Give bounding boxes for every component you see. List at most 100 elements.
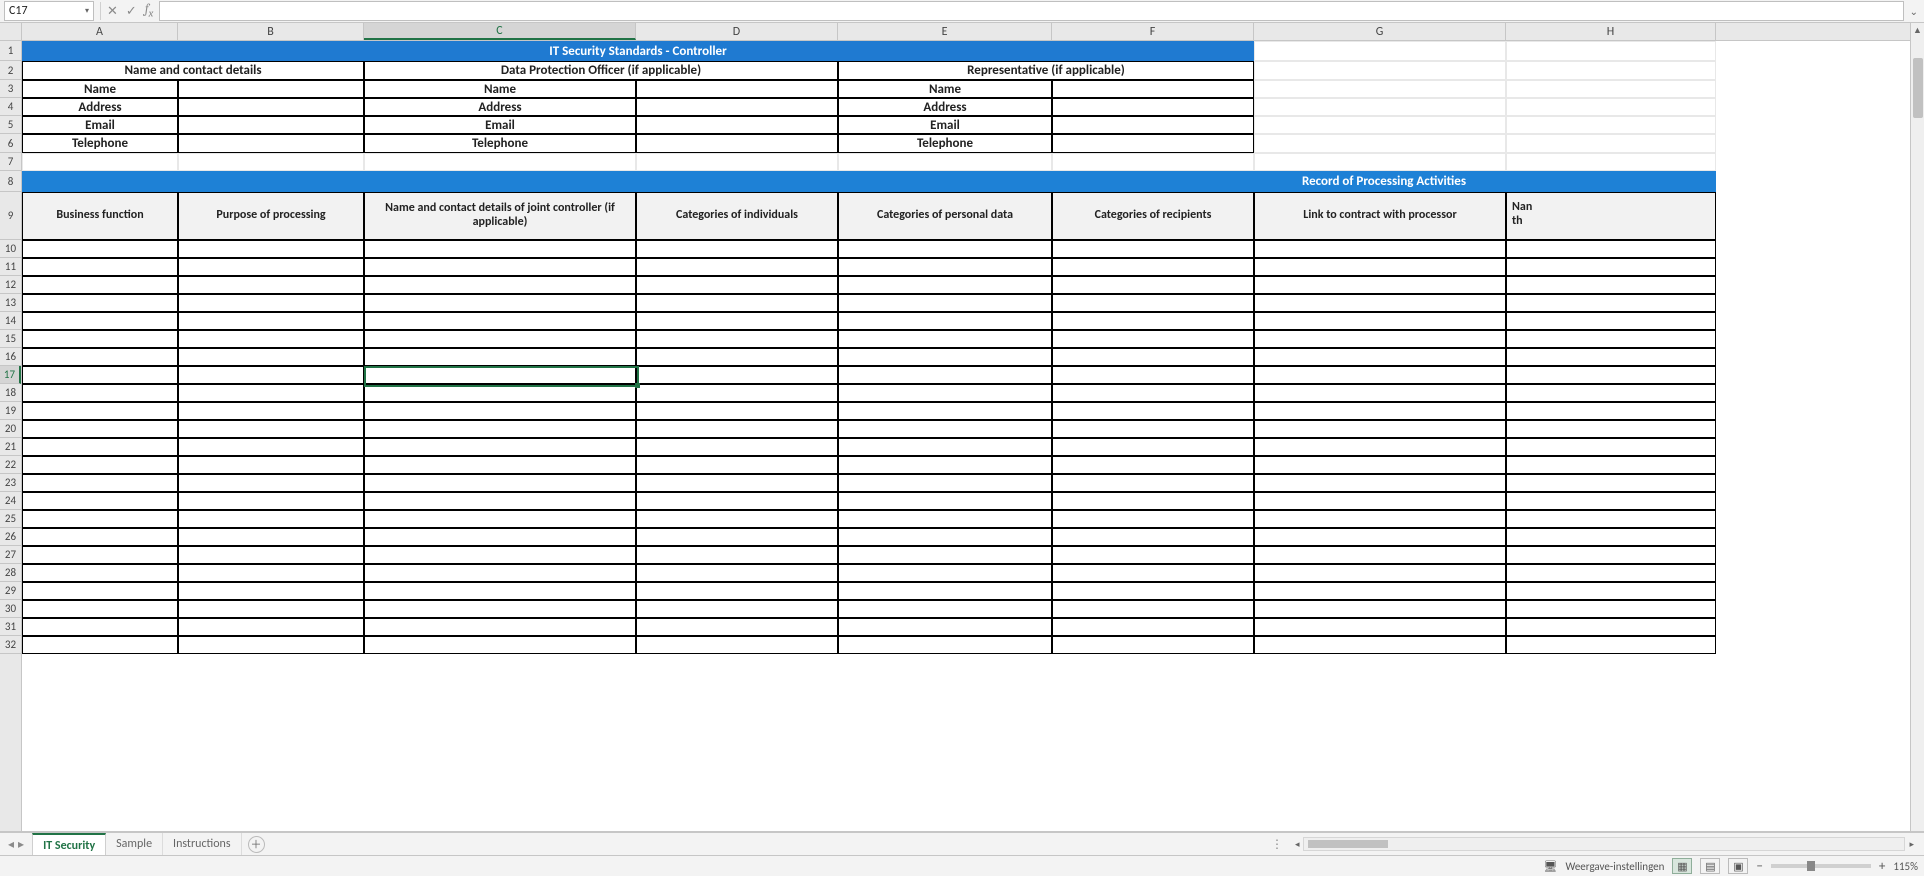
data-cell-G27[interactable] [1254, 546, 1506, 564]
section-dpo-header[interactable]: Data Protection Officer (if applicable) [364, 61, 838, 80]
rep-input-address[interactable] [1052, 98, 1254, 116]
data-cell-E28[interactable] [838, 564, 1052, 582]
section-rep-header[interactable]: Representative (if applicable) [838, 61, 1254, 80]
data-cell-C13[interactable] [364, 294, 636, 312]
row-header-29[interactable]: 29 [0, 582, 21, 600]
data-cell-C15[interactable] [364, 330, 636, 348]
table-header-6[interactable]: Link to contract with processor [1254, 192, 1506, 240]
cell-G2[interactable] [1254, 61, 1506, 80]
horizontal-scrollbar[interactable]: ⋮ ◂ ▸ [265, 837, 1924, 852]
data-cell-H12[interactable] [1506, 276, 1716, 294]
data-cell-G24[interactable] [1254, 492, 1506, 510]
data-cell-A15[interactable] [22, 330, 178, 348]
data-cell-A30[interactable] [22, 600, 178, 618]
data-cell-D16[interactable] [636, 348, 838, 366]
cell-F7[interactable] [1052, 153, 1254, 171]
data-cell-D22[interactable] [636, 456, 838, 474]
data-cell-D14[interactable] [636, 312, 838, 330]
row-header-14[interactable]: 14 [0, 312, 21, 330]
rep-label-telephone[interactable]: Telephone [838, 134, 1052, 153]
data-cell-A18[interactable] [22, 384, 178, 402]
data-cell-E24[interactable] [838, 492, 1052, 510]
data-cell-F19[interactable] [1052, 402, 1254, 420]
contact-label-address[interactable]: Address [22, 98, 178, 116]
dpo-label-email[interactable]: Email [364, 116, 636, 134]
data-cell-D13[interactable] [636, 294, 838, 312]
data-cell-G29[interactable] [1254, 582, 1506, 600]
column-header-A[interactable]: A [22, 23, 178, 40]
table-header-0[interactable]: Business function [22, 192, 178, 240]
data-cell-E23[interactable] [838, 474, 1052, 492]
data-cell-C26[interactable] [364, 528, 636, 546]
dpo-label-address[interactable]: Address [364, 98, 636, 116]
data-cell-A19[interactable] [22, 402, 178, 420]
row-header-26[interactable]: 26 [0, 528, 21, 546]
data-cell-G28[interactable] [1254, 564, 1506, 582]
column-header-C[interactable]: C [364, 23, 636, 40]
data-cell-B24[interactable] [178, 492, 364, 510]
data-cell-F30[interactable] [1052, 600, 1254, 618]
data-cell-H30[interactable] [1506, 600, 1716, 618]
data-cell-B27[interactable] [178, 546, 364, 564]
data-cell-A32[interactable] [22, 636, 178, 654]
data-cell-G10[interactable] [1254, 240, 1506, 258]
data-cell-G31[interactable] [1254, 618, 1506, 636]
data-cell-G20[interactable] [1254, 420, 1506, 438]
cell-H6[interactable] [1506, 134, 1716, 153]
data-cell-G21[interactable] [1254, 438, 1506, 456]
cells-area[interactable]: AllBusiness Templates IT Security Standa… [22, 41, 1910, 831]
data-cell-D30[interactable] [636, 600, 838, 618]
data-cell-G19[interactable] [1254, 402, 1506, 420]
data-cell-H29[interactable] [1506, 582, 1716, 600]
display-settings-label[interactable]: Weergave-instellingen [1565, 860, 1664, 873]
data-cell-F17[interactable] [1052, 366, 1254, 384]
table-header-3[interactable]: Categories of individuals [636, 192, 838, 240]
hscroll-left-icon[interactable]: ◂ [1291, 839, 1304, 850]
data-cell-F16[interactable] [1052, 348, 1254, 366]
sheet-tab-1[interactable]: Sample [106, 833, 163, 855]
section-contact-header[interactable]: Name and contact details [22, 61, 364, 80]
row-header-8[interactable]: 8 [0, 171, 21, 192]
data-cell-B11[interactable] [178, 258, 364, 276]
column-header-F[interactable]: F [1052, 23, 1254, 40]
vertical-scrollbar[interactable]: ▲ [1910, 23, 1924, 831]
dpo-input-telephone[interactable] [636, 134, 838, 153]
data-cell-C27[interactable] [364, 546, 636, 564]
zoom-in-button[interactable]: + [1879, 859, 1885, 874]
hscroll-thumb[interactable] [1308, 840, 1388, 848]
data-cell-B13[interactable] [178, 294, 364, 312]
data-cell-B21[interactable] [178, 438, 364, 456]
data-cell-E15[interactable] [838, 330, 1052, 348]
cell-H2[interactable] [1506, 61, 1716, 80]
data-cell-B28[interactable] [178, 564, 364, 582]
data-cell-H26[interactable] [1506, 528, 1716, 546]
data-cell-E32[interactable] [838, 636, 1052, 654]
data-cell-H22[interactable] [1506, 456, 1716, 474]
row-header-6[interactable]: 6 [0, 134, 21, 153]
formula-input[interactable] [159, 1, 1903, 21]
data-cell-D26[interactable] [636, 528, 838, 546]
data-cell-A11[interactable] [22, 258, 178, 276]
data-cell-G32[interactable] [1254, 636, 1506, 654]
data-cell-C31[interactable] [364, 618, 636, 636]
row-header-15[interactable]: 15 [0, 330, 21, 348]
dpo-input-address[interactable] [636, 98, 838, 116]
data-cell-F24[interactable] [1052, 492, 1254, 510]
data-cell-F20[interactable] [1052, 420, 1254, 438]
data-cell-D23[interactable] [636, 474, 838, 492]
data-cell-A22[interactable] [22, 456, 178, 474]
cell-G1[interactable] [1254, 41, 1506, 61]
data-cell-C29[interactable] [364, 582, 636, 600]
data-cell-D20[interactable] [636, 420, 838, 438]
data-cell-B17[interactable] [178, 366, 364, 384]
data-cell-B31[interactable] [178, 618, 364, 636]
data-cell-G25[interactable] [1254, 510, 1506, 528]
data-cell-G12[interactable] [1254, 276, 1506, 294]
cell-H5[interactable] [1506, 116, 1716, 134]
cell-B7[interactable] [178, 153, 364, 171]
data-cell-G11[interactable] [1254, 258, 1506, 276]
data-cell-C24[interactable] [364, 492, 636, 510]
rep-label-name[interactable]: Name [838, 80, 1052, 98]
cell-G3[interactable] [1254, 80, 1506, 98]
name-box-dropdown-icon[interactable]: ▾ [85, 6, 89, 16]
